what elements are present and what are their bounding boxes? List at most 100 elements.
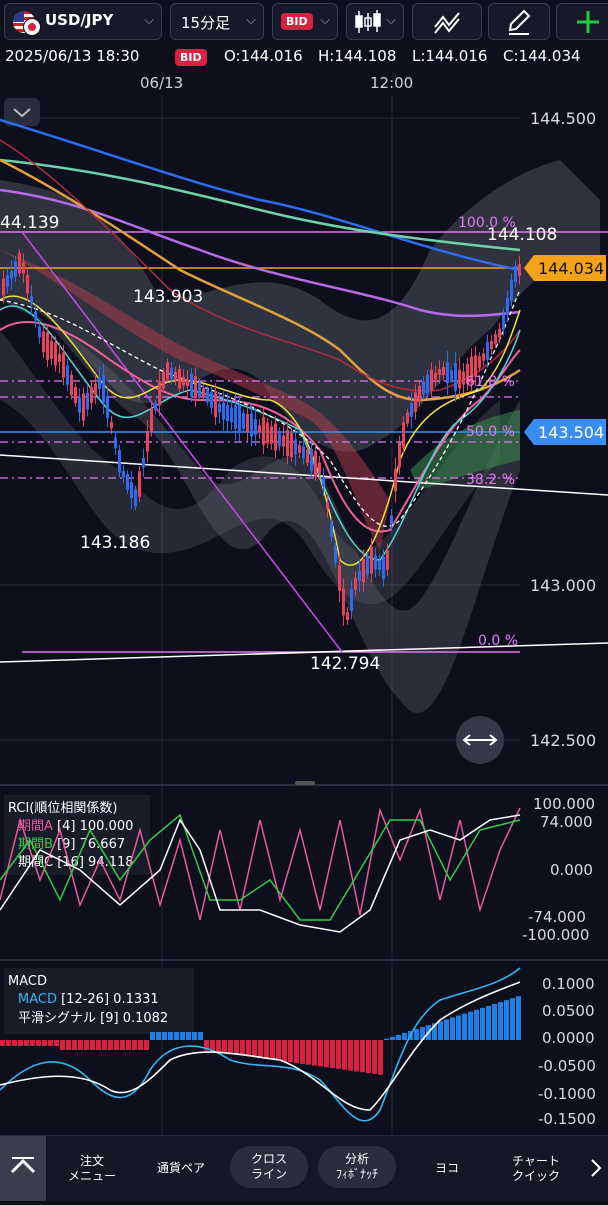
indicator-button[interactable] (412, 3, 482, 40)
nav-chart-quick[interactable]: チャート クイック (494, 1136, 578, 1201)
candle-body (450, 370, 453, 380)
candle-body (70, 374, 73, 396)
time-axis-label: 12:00 (370, 74, 413, 92)
indicator-wave-icon (434, 12, 460, 34)
macd-hist-bar (102, 1040, 107, 1050)
macd-hist-bar (90, 1040, 95, 1050)
macd-hist-bar (306, 1040, 311, 1065)
candle-body (142, 457, 145, 468)
candle-body (506, 297, 509, 315)
macd-hist-bar (330, 1040, 335, 1069)
macd-axis-label: 0.0000 (542, 1029, 595, 1047)
chevron-down-icon: ⌵ (144, 13, 154, 28)
candle-body (42, 331, 45, 353)
bid-badge: BID (281, 13, 313, 30)
candle-body (494, 334, 497, 344)
candle-body (242, 413, 245, 429)
macd-hist-bar (240, 1040, 245, 1056)
rci-axis-label: -100.000 (522, 926, 589, 944)
macd-hist-bar (384, 1038, 389, 1040)
macd-hist-bar (324, 1040, 329, 1068)
macd-hist-bar (264, 1040, 269, 1059)
high-value: H:144.108 (318, 47, 397, 65)
macd-hist-bar (468, 1011, 473, 1040)
macd-hist-bar (372, 1040, 377, 1074)
macd-hist-bar (108, 1040, 113, 1050)
candle-body (78, 397, 81, 413)
candle-body (462, 371, 465, 385)
macd-axis-label: -0.0500 (538, 1057, 596, 1075)
macd-hist-bar (288, 1040, 293, 1063)
candle-body (514, 265, 517, 283)
macd-hist-bar (30, 1040, 35, 1046)
candle-body (334, 545, 337, 563)
macd-hist-bar (168, 1032, 173, 1040)
candle-body (430, 369, 433, 391)
macd-hist-bar (342, 1040, 347, 1070)
macd-hist-bar (510, 998, 515, 1040)
low-value: L:144.016 (412, 47, 488, 65)
macd-hist-bar (450, 1017, 455, 1040)
macd-hist-bar (42, 1040, 47, 1046)
nav-cross-line[interactable]: クロス ライン (230, 1146, 308, 1188)
svg-text:144.034: 144.034 (538, 259, 604, 278)
candle-body (406, 412, 409, 424)
scroll-arrows-button[interactable] (456, 716, 504, 764)
chart-area[interactable]: 06/13 12:00 44.139 143.903 143.186 142.7… (0, 70, 608, 1135)
candle-body (238, 405, 241, 433)
candle-body (326, 502, 329, 510)
candle-body (322, 477, 325, 487)
close-value: C:144.034 (503, 47, 581, 65)
macd-title: MACD (8, 974, 47, 989)
macd-hist-bar (456, 1015, 461, 1040)
candle-body (330, 523, 333, 537)
candle-body (62, 352, 65, 378)
drawing-tool-button[interactable] (488, 3, 550, 40)
candle-body (398, 442, 401, 468)
candle-body (350, 589, 353, 611)
macd-hist-bar (60, 1040, 65, 1050)
candle-body (26, 274, 29, 294)
macd-hist-bar (198, 1032, 203, 1040)
symbol-selector[interactable]: USD/JPY ⌵ (4, 3, 162, 40)
candle-body (38, 326, 41, 338)
nav-horizontal[interactable]: ヨコ (412, 1136, 482, 1201)
candle-body (178, 368, 181, 389)
chart-type-selector[interactable]: ⌵ (346, 3, 404, 40)
rci-axis-label: -74.000 (528, 908, 586, 926)
macd-axis-label: 0.0500 (542, 1002, 595, 1020)
macd-hist-bar (186, 1032, 191, 1040)
candle-body (162, 371, 165, 389)
candle-body (254, 419, 257, 435)
macd-hist-bar (114, 1040, 119, 1050)
candle-body (226, 404, 229, 422)
candle-body (118, 449, 121, 473)
candle-body (458, 369, 461, 389)
candle-body (214, 391, 217, 417)
price-type-selector[interactable]: BID ⌵ (272, 3, 338, 40)
timeframe-selector[interactable]: 15分足 ⌵ (170, 3, 264, 40)
chevron-right-icon[interactable] (586, 1136, 606, 1201)
macd-hist-bar (318, 1040, 323, 1067)
candle-body (190, 373, 193, 397)
macd-hist-bar (258, 1040, 263, 1059)
candle-body (114, 437, 117, 449)
candle-body (2, 278, 5, 296)
macd-hist-bar (216, 1040, 221, 1053)
collapse-up-button[interactable] (0, 1136, 46, 1201)
nav-currency-pair[interactable]: 通貨ペア (146, 1136, 216, 1201)
annotation-low-left: 143.186 (80, 533, 150, 553)
open-value: O:144.016 (224, 47, 303, 65)
macd-hist-bar (174, 1032, 179, 1040)
nav-order-menu[interactable]: 注文 メニュー (62, 1136, 122, 1201)
nav-fibonacci[interactable]: 分析 ﾌｨﾎﾞﾅｯﾁ (318, 1146, 396, 1188)
macd-hist-bar (348, 1040, 353, 1071)
candle-body (22, 262, 25, 274)
fib-label: 61.8 % (466, 374, 515, 390)
macd-hist-bar (282, 1040, 287, 1062)
macd-hist-bar (12, 1040, 17, 1046)
candle-body (286, 430, 289, 456)
candle-body (342, 588, 345, 616)
candle-body (510, 279, 513, 301)
add-button[interactable] (556, 3, 608, 40)
